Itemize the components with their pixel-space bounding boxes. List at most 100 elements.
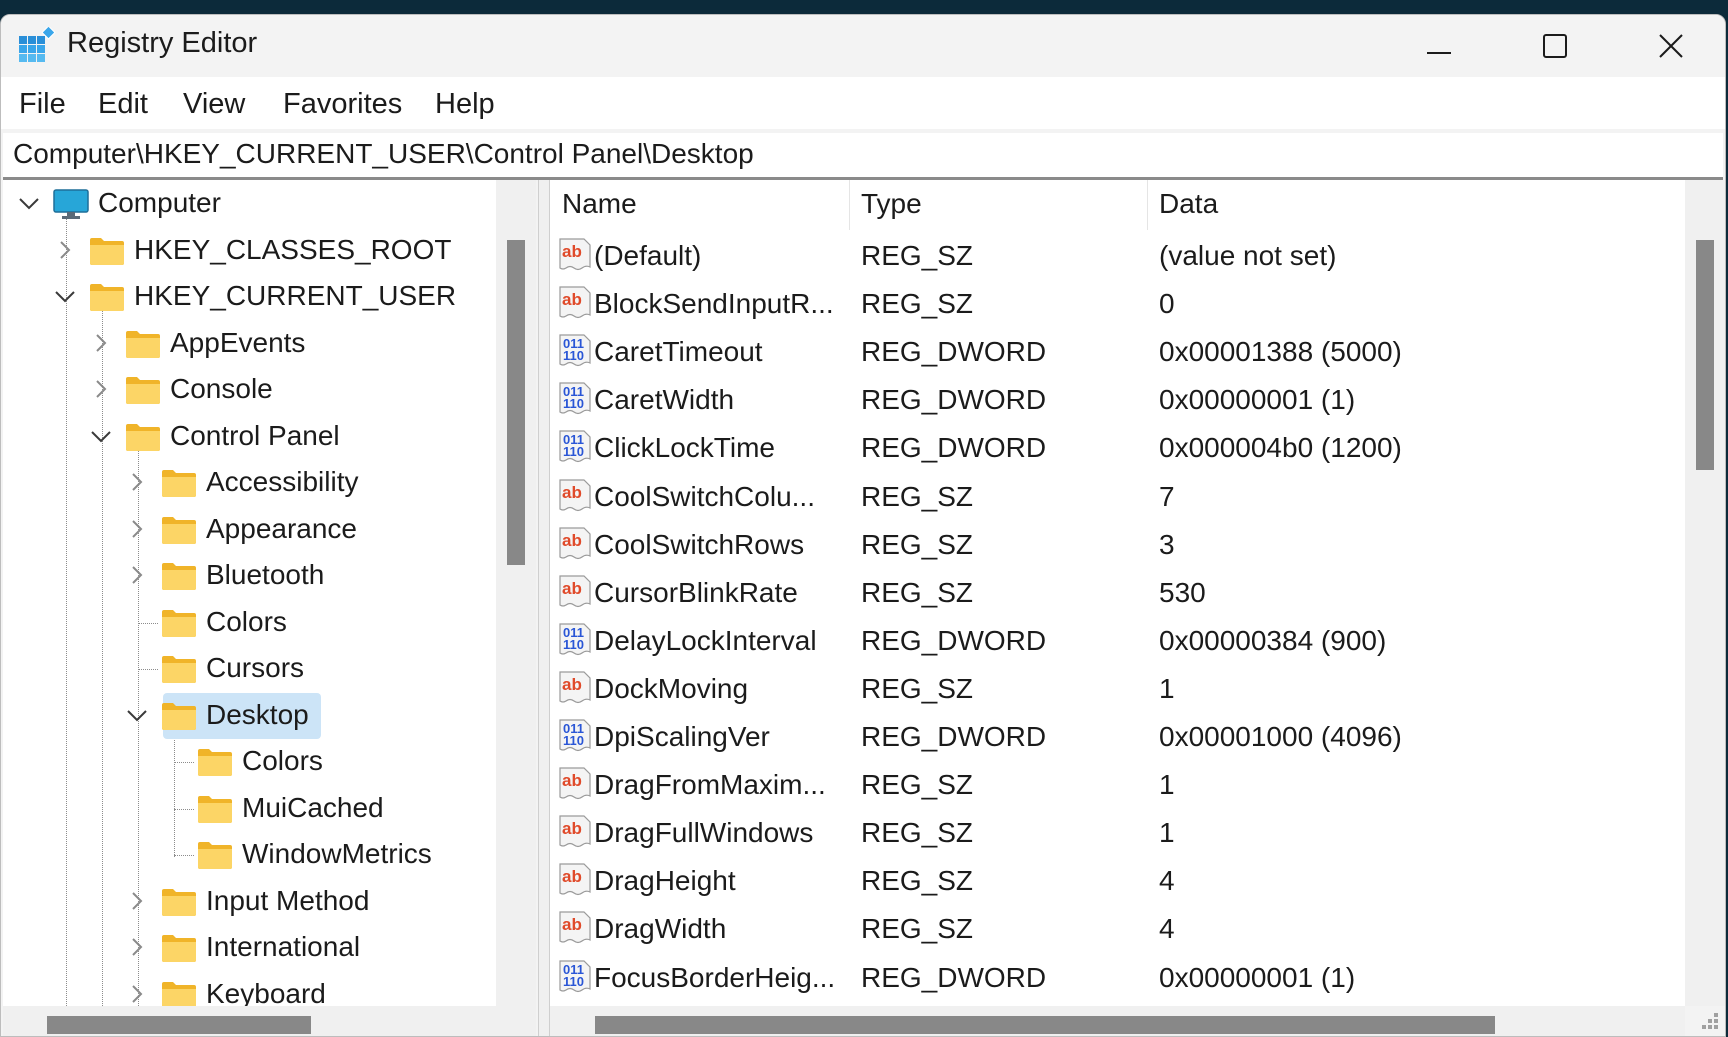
list-horizontal-scroll-thumb[interactable] [595, 1016, 1495, 1034]
svg-text:ab: ab [562, 579, 582, 598]
list-horizontal-scrollbar[interactable] [550, 1006, 1685, 1036]
chevron-right-icon[interactable] [125, 935, 149, 959]
value-row[interactable]: ab DragWidth REG_SZ 4 [550, 905, 1685, 953]
svg-text:110: 110 [563, 637, 584, 652]
svg-text:110: 110 [563, 444, 584, 459]
value-name: DragHeight [594, 865, 736, 897]
tree-vertical-scroll-thumb[interactable] [507, 240, 525, 565]
value-row[interactable]: ab BlockSendInputR... REG_SZ 0 [550, 280, 1685, 328]
tree-horizontal-scrollbar[interactable] [3, 1006, 536, 1036]
value-row[interactable]: ab DragFullWindows REG_SZ 1 [550, 809, 1685, 857]
tree-item[interactable]: MuiCached [3, 788, 536, 832]
menu-help[interactable]: Help [435, 86, 495, 123]
column-divider[interactable] [849, 180, 850, 230]
key-tree-pane: Computer HKEY_CLASSES_ROOT HKEY_CURRENT_US… [3, 180, 536, 1006]
value-row[interactable]: ab (Default) REG_SZ (value not set) [550, 232, 1685, 280]
chevron-right-icon[interactable] [125, 889, 149, 913]
value-name: CaretWidth [594, 384, 735, 416]
value-row[interactable]: 011 110 CaretTimeout REG_DWORD 0x00001388 (5… [550, 328, 1685, 376]
column-divider[interactable] [1147, 180, 1148, 230]
tree-item[interactable]: Desktop [3, 692, 536, 739]
value-row[interactable]: ab CoolSwitchRows REG_SZ 3 [550, 521, 1685, 569]
tree-vertical-scrollbar[interactable] [496, 180, 536, 1006]
value-row[interactable]: ab DragFromMaxim... REG_SZ 1 [550, 761, 1685, 809]
tree-item[interactable]: AppEvents [3, 323, 536, 367]
string-value-icon: ab [558, 766, 592, 802]
value-data: 0x00000001 (1) [1159, 961, 1356, 993]
column-header-type[interactable]: Type [861, 188, 922, 220]
address-path[interactable]: Computer\HKEY_CURRENT_USER\Control Panel… [13, 138, 754, 170]
list-vertical-scroll-thumb[interactable] [1696, 240, 1714, 470]
tree-item[interactable]: Console [3, 369, 536, 413]
chevron-right-icon[interactable] [125, 982, 149, 1006]
resize-grip-icon[interactable] [1701, 1012, 1719, 1030]
tree-item[interactable]: Keyboard [3, 974, 536, 1006]
chevron-right-icon[interactable] [125, 517, 149, 541]
menu-edit[interactable]: Edit [98, 86, 148, 123]
menu-bar: File Edit View Favorites Help [1, 77, 1725, 129]
chevron-down-icon[interactable] [125, 703, 149, 727]
tree-item[interactable]: Colors [3, 741, 536, 785]
svg-text:110: 110 [563, 733, 584, 748]
value-name: CoolSwitchColu... [594, 480, 815, 512]
tree-horizontal-scroll-thumb[interactable] [47, 1016, 311, 1034]
list-vertical-scrollbar[interactable] [1685, 180, 1725, 1006]
chevron-right-icon[interactable] [125, 563, 149, 587]
chevron-down-icon[interactable] [53, 284, 77, 308]
tree-item-label: Control Panel [170, 419, 340, 451]
maximize-button[interactable] [1497, 15, 1613, 77]
value-data: 4 [1159, 913, 1175, 945]
address-bar[interactable]: Computer\HKEY_CURRENT_USER\Control Panel… [3, 133, 1723, 180]
chevron-right-icon[interactable] [89, 377, 113, 401]
value-type: REG_SZ [861, 817, 974, 849]
value-row[interactable]: ab CursorBlinkRate REG_SZ 530 [550, 569, 1685, 617]
tree-item[interactable]: HKEY_CURRENT_USER [3, 276, 536, 320]
value-row[interactable]: 011 110 DpiScalingVer REG_DWORD 0x00001000 (… [550, 713, 1685, 761]
value-type: REG_SZ [861, 769, 974, 801]
menu-view[interactable]: View [183, 86, 245, 123]
tree-item[interactable]: Appearance [3, 509, 536, 553]
value-type: REG_SZ [861, 865, 974, 897]
chevron-down-icon[interactable] [17, 191, 41, 215]
folder-icon [161, 561, 197, 591]
tree-item[interactable]: Input Method [3, 881, 536, 925]
tree-item[interactable]: Computer [3, 183, 536, 227]
value-type: REG_SZ [861, 240, 974, 271]
chevron-right-icon[interactable] [53, 238, 77, 262]
value-row[interactable]: ab DragHeight REG_SZ 4 [550, 857, 1685, 905]
value-data: 0x000004b0 (1200) [1159, 432, 1402, 464]
value-row[interactable]: ab DockMoving REG_SZ 1 [550, 665, 1685, 713]
minimize-button[interactable] [1381, 15, 1497, 77]
value-row[interactable]: 011 110 ClickLockTime REG_DWORD 0x000004b0 (… [550, 424, 1685, 472]
close-button[interactable] [1613, 15, 1725, 77]
menu-file[interactable]: File [19, 86, 66, 123]
column-header-name[interactable]: Name [562, 188, 637, 220]
tree-item[interactable]: WindowMetrics [3, 834, 536, 878]
value-data: (value not set) [1159, 240, 1337, 271]
title-bar[interactable]: Registry Editor [1, 15, 1725, 77]
value-data: 1 [1159, 817, 1175, 849]
value-row[interactable]: 011 110 FocusBorderHeig... REG_DWORD 0x00000… [550, 954, 1685, 1002]
value-row[interactable]: ab CoolSwitchColu... REG_SZ 7 [550, 473, 1685, 521]
value-name: DragFullWindows [594, 817, 814, 849]
binary-value-icon: 011 110 [558, 429, 592, 465]
menu-favorites[interactable]: Favorites [283, 86, 402, 123]
string-value-icon: ab [558, 526, 592, 562]
chevron-down-icon[interactable] [89, 424, 113, 448]
chevron-right-icon[interactable] [89, 331, 113, 355]
value-data: 0x00000384 (900) [1159, 624, 1387, 656]
tree-item[interactable]: Bluetooth [3, 555, 536, 599]
tree-item[interactable]: Cursors [3, 648, 536, 692]
svg-text:ab: ab [562, 867, 582, 886]
value-row[interactable]: 011 110 CaretWidth REG_DWORD 0x00000001 (1) [550, 376, 1685, 424]
tree-item[interactable]: Accessibility [3, 462, 536, 506]
chevron-right-icon[interactable] [125, 470, 149, 494]
tree-item[interactable]: HKEY_CLASSES_ROOT [3, 230, 536, 274]
tree-item-label: Appearance [206, 512, 358, 544]
value-row[interactable]: 011 110 DelayLockInterval REG_DWORD 0x000003… [550, 617, 1685, 665]
tree-item[interactable]: International [3, 927, 536, 971]
column-header-data[interactable]: Data [1159, 188, 1218, 220]
tree-item[interactable]: Control Panel [3, 416, 536, 460]
pane-splitter[interactable] [538, 180, 550, 1036]
tree-item[interactable]: Colors [3, 602, 536, 646]
